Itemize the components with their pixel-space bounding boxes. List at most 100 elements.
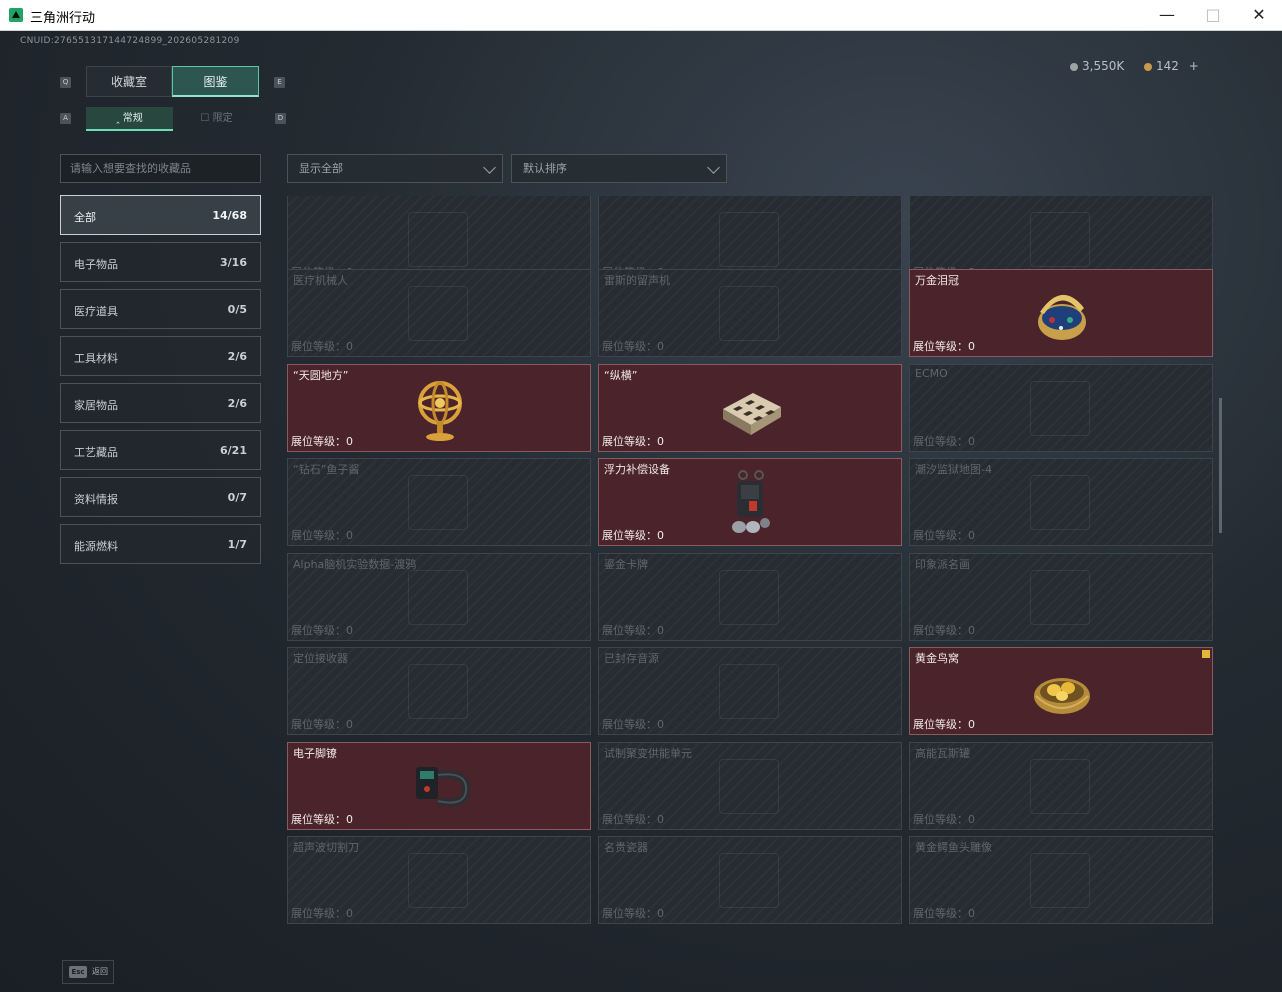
filter-dropdown[interactable]: 显示全部 [287, 154, 503, 183]
card-name: “钻石”鱼子酱 [293, 463, 360, 476]
card-name: “天圆地方” [293, 369, 349, 382]
collection-card[interactable]: 万金泪冠 展位等级：0 [909, 269, 1213, 357]
card-level: 展位等级：0 [913, 622, 975, 638]
card-level-label: 展位等级： [602, 813, 657, 826]
category-item[interactable]: 家居物品 2/6 [60, 383, 261, 423]
card-name: 电子脚镣 [293, 747, 337, 760]
category-count: 0/7 [227, 491, 247, 504]
collection-card[interactable]: “钻石”鱼子酱 展位等级：0 [287, 458, 591, 546]
category-item[interactable]: 工具材料 2/6 [60, 336, 261, 376]
locked-item-silhouette-icon [408, 570, 468, 625]
collection-card[interactable]: “纵横” 展位等级：0 [598, 364, 902, 452]
category-count: 2/6 [227, 397, 247, 410]
category-count: 3/16 [220, 256, 247, 269]
tab-collection-room[interactable]: 收藏室 [86, 66, 172, 97]
category-item[interactable]: 工艺藏品 6/21 [60, 430, 261, 470]
window-titlebar: 三角洲行动 — □ ✕ [0, 0, 1282, 31]
card-level-label: 展位等级： [602, 718, 657, 731]
category-item[interactable]: 全部 14/68 [60, 195, 261, 235]
sort-dropdown[interactable]: 默认排序 [511, 154, 727, 183]
subtab-prev-key-icon: A [60, 113, 71, 124]
locked-item-silhouette-icon [1030, 570, 1090, 625]
card-name: 鎏金卡牌 [604, 558, 648, 571]
esc-key-icon: Esc [69, 966, 87, 978]
minimize-button[interactable]: — [1144, 2, 1190, 28]
card-level-label: 展位等级： [291, 907, 346, 920]
golden-nest-icon [1030, 656, 1094, 728]
search-input[interactable]: 请输入想要查找的收藏品 [60, 154, 261, 183]
maximize-button[interactable]: □ [1190, 2, 1236, 28]
card-level-value: 0 [968, 907, 975, 920]
currency-balance-1: 3,550K [1070, 59, 1124, 73]
close-button[interactable]: ✕ [1236, 2, 1282, 28]
card-name: 超声波切割刀 [293, 841, 359, 854]
game-screen: CNUID:276551317144724899_202605281209 3,… [0, 31, 1282, 992]
category-count: 1/7 [227, 538, 247, 551]
uid-label: CNUID:276551317144724899_202605281209 [20, 36, 240, 46]
collection-card[interactable]: 鎏金卡牌 展位等级：0 [598, 553, 902, 641]
category-name: 能源燃料 [74, 540, 118, 553]
category-name: 全部 [74, 211, 96, 224]
category-item[interactable]: 医疗道具 0/5 [60, 289, 261, 329]
collection-card[interactable]: 定位接收器 展位等级：0 [287, 647, 591, 735]
grid-scrollbar[interactable] [1219, 398, 1222, 533]
app-logo-icon [9, 8, 23, 22]
collection-card[interactable]: 已封存音源 展位等级：0 [598, 647, 902, 735]
locked-item-silhouette-icon [408, 475, 468, 530]
filter-dropdown-value: 显示全部 [299, 162, 343, 175]
locked-item-silhouette-icon [719, 212, 779, 267]
chevron-down-icon [707, 161, 720, 174]
card-level-value: 0 [968, 435, 975, 448]
add-currency-button[interactable]: + [1189, 59, 1199, 73]
collection-card[interactable]: 印象派名画 展位等级：0 [909, 553, 1213, 641]
collection-card[interactable]: 医疗机械人 展位等级：0 [287, 269, 591, 357]
subtab-next-key-icon: D [275, 113, 286, 124]
category-item[interactable]: 资料情报 0/7 [60, 477, 261, 517]
category-name: 家居物品 [74, 399, 118, 412]
limited-icon: ☐ [200, 113, 210, 124]
locked-item-silhouette-icon [1030, 381, 1090, 436]
card-level-value: 0 [346, 907, 353, 920]
tab-codex[interactable]: 图鉴 [172, 66, 259, 97]
locked-item-silhouette-icon [408, 664, 468, 719]
category-item[interactable]: 电子物品 3/16 [60, 242, 261, 282]
collection-card[interactable]: 高能瓦斯罐 展位等级：0 [909, 742, 1213, 830]
collection-card[interactable]: 电子脚镣 展位等级：0 [287, 742, 591, 830]
collection-card[interactable]: 名贵瓷器 展位等级：0 [598, 836, 902, 924]
card-level-label: 展位等级： [913, 340, 968, 353]
collection-card[interactable]: ECMO 展位等级：0 [909, 364, 1213, 452]
card-level: 展位等级：0 [291, 527, 353, 543]
chess-box-icon [719, 373, 783, 445]
category-count: 14/68 [212, 209, 247, 222]
card-level-label: 展位等级： [291, 340, 346, 353]
card-name: 雷斯的留声机 [604, 274, 670, 287]
collection-card[interactable]: Alpha脑机实验数据-渡鸦 展位等级：0 [287, 553, 591, 641]
card-level-value: 0 [657, 624, 664, 637]
card-name: ECMO [915, 367, 948, 380]
subtab-limited[interactable]: ☐ 限定 [173, 107, 260, 131]
gold-coin-icon [1144, 62, 1152, 71]
card-name: 定位接收器 [293, 652, 348, 665]
card-level-label: 展位等级： [602, 529, 657, 542]
card-name: 高能瓦斯罐 [915, 747, 970, 760]
card-name: 名贵瓷器 [604, 841, 648, 854]
collection-card[interactable]: 潮汐监狱地图-4 展位等级：0 [909, 458, 1213, 546]
collection-card[interactable]: 浮力补偿设备 展位等级：0 [598, 458, 902, 546]
card-level: 展位等级：0 [913, 716, 975, 732]
card-level-label: 展位等级： [913, 529, 968, 542]
collection-card[interactable]: 超声波切割刀 展位等级：0 [287, 836, 591, 924]
collection-card[interactable]: 试制聚变供能单元 展位等级：0 [598, 742, 902, 830]
category-item[interactable]: 能源燃料 1/7 [60, 524, 261, 564]
back-button[interactable]: Esc 返回 [62, 960, 114, 984]
card-level-value: 0 [346, 624, 353, 637]
collection-card[interactable]: “天圆地方” 展位等级：0 [287, 364, 591, 452]
collection-card[interactable]: 雷斯的留声机 展位等级：0 [598, 269, 902, 357]
locked-item-silhouette-icon [719, 664, 779, 719]
card-name: 医疗机械人 [293, 274, 348, 287]
collection-card[interactable]: 黄金鳄鱼头雕像 展位等级：0 [909, 836, 1213, 924]
category-count: 2/6 [227, 350, 247, 363]
collection-card[interactable]: 黄金鸟窝 展位等级：0 [909, 647, 1213, 735]
subtab-regular[interactable]: ‸ 常规 [86, 107, 173, 131]
card-level-value: 0 [968, 529, 975, 542]
card-name: 已封存音源 [604, 652, 659, 665]
